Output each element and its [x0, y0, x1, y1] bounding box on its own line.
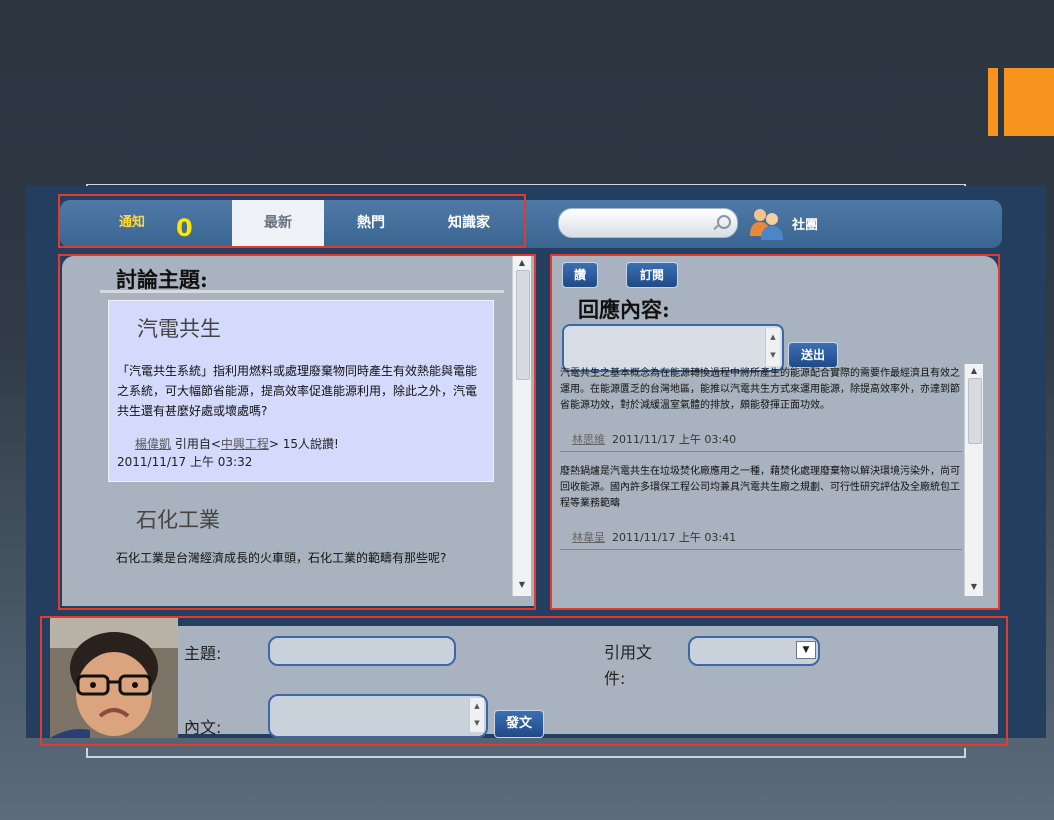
search-icon[interactable]: [717, 215, 731, 229]
annotation-box-nav: [58, 194, 526, 248]
annotation-box-discussion: [58, 254, 536, 610]
bracket-line-top: [86, 184, 966, 185]
annotation-box-compose: [40, 616, 1008, 746]
bracket-line-bottom-right: [964, 748, 966, 758]
community-label[interactable]: 社團: [792, 214, 818, 233]
bracket-line-bottom: [86, 756, 966, 758]
accent-bar-thick: [1004, 68, 1054, 136]
annotation-box-reply: [550, 254, 1000, 610]
community-icon[interactable]: [748, 206, 784, 240]
search-input[interactable]: [558, 208, 738, 238]
accent-bar-thin: [988, 68, 998, 136]
bracket-line-bottom-left: [86, 748, 88, 758]
